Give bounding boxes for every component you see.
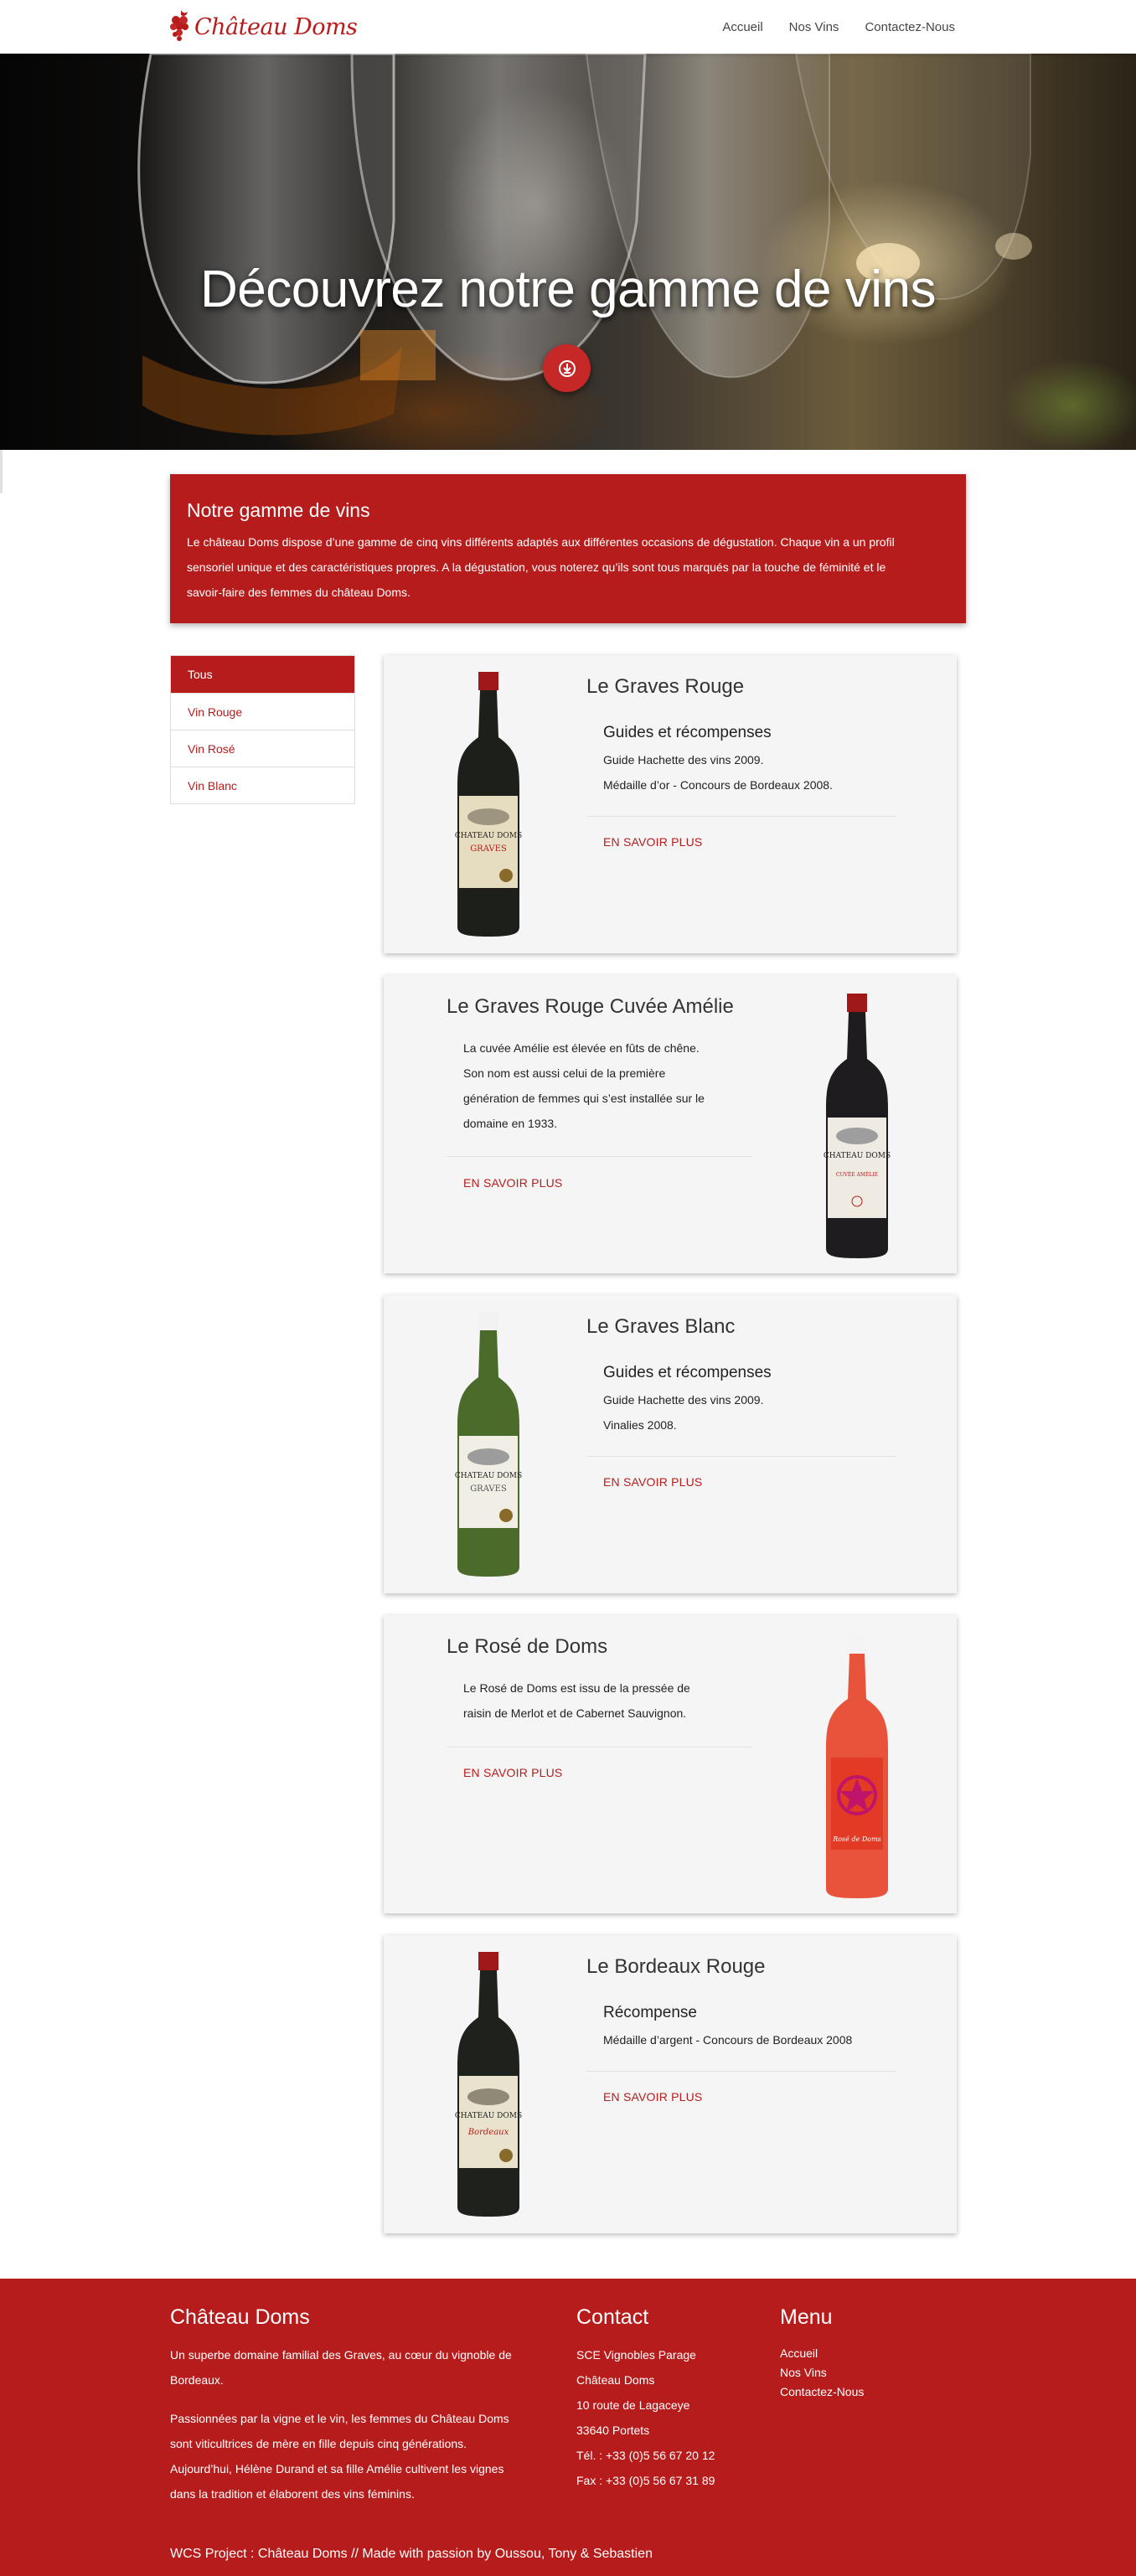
description-line: Son nom est aussi celui de la première	[463, 1066, 666, 1080]
download-icon	[558, 359, 576, 377]
bottle-label-brand: CHATEAU DOMS	[455, 2112, 522, 2120]
intro-title: Notre gamme de vins	[187, 499, 370, 521]
bottle-label-brand: Rosé de Doms	[832, 1835, 881, 1843]
divider	[586, 816, 896, 817]
description-line: Le Rosé de Doms est issu de la pressée d…	[463, 1681, 690, 1695]
footer-link-nos-vins[interactable]: Nos Vins	[780, 2363, 864, 2382]
bottle-label-appellation: GRAVES	[470, 844, 507, 854]
intro-text: Le château Doms dispose d’une gamme de c…	[187, 529, 949, 605]
left-edge-strip	[0, 450, 3, 493]
nav-nos-vins[interactable]: Nos Vins	[789, 20, 839, 34]
awards-title: Guides et récompenses	[603, 1364, 772, 1381]
nav-accueil[interactable]: Accueil	[722, 20, 762, 34]
description-line: La cuvée Amélie est élevée en fûts de ch…	[463, 1041, 700, 1055]
filter-tous[interactable]: Tous	[171, 656, 354, 693]
award-line: Médaille d’or - Concours de Bordeaux 200…	[603, 778, 833, 792]
about-line: Aujourd’hui, Hélène Durand et sa fille A…	[170, 2462, 504, 2475]
awards-title: Guides et récompenses	[603, 724, 772, 741]
wine-card-rose-de-doms: Le Rosé de Doms Le Rosé de Doms est issu…	[384, 1615, 957, 1913]
main-nav: Accueil Nos Vins Contactez-Nous	[722, 0, 955, 54]
wine-name: Le Rosé de Doms	[447, 1635, 608, 1658]
hero-banner: Découvrez notre gamme de vins	[0, 54, 1136, 450]
brand-logo[interactable]: Château Doms	[168, 5, 358, 49]
footer-contact-title: Contact	[576, 2305, 649, 2329]
award-line: Médaille d’argent - Concours de Bordeaux…	[603, 2033, 853, 2047]
wine-filter-list: Tous Vin Rouge Vin Rosé Vin Blanc	[170, 655, 355, 804]
footer-menu: Accueil Nos Vins Contactez-Nous	[780, 2344, 864, 2402]
intro-line: Le château Doms dispose d’une gamme de c…	[187, 535, 895, 549]
wine-name: Le Graves Rouge Cuvée Amélie	[447, 995, 734, 1018]
bottle-label-appellation: Bordeaux	[467, 2128, 509, 2137]
about-line: dans la tradition et élaborent des vins …	[170, 2487, 415, 2501]
contact-phone: Tél. : +33 (0)5 56 67 20 12	[576, 2449, 715, 2462]
divider	[586, 2071, 896, 2072]
wine-card-graves-blanc: CHATEAU DOMS GRAVES Le Graves Blanc Guid…	[384, 1295, 957, 1593]
wine-bottle-image: CHATEAU DOMS GRAVES	[455, 1312, 522, 1577]
wine-card-bordeaux-rouge: CHATEAU DOMS Bordeaux Le Bordeaux Rouge …	[384, 1935, 957, 2233]
about-line: sont viticultrices de mère en fille depu…	[170, 2437, 467, 2450]
wine-bottle-image: CHATEAU DOMS CUVÉE AMÉLIE	[824, 994, 891, 1258]
footer-link-accueil[interactable]: Accueil	[780, 2344, 864, 2363]
scroll-down-button[interactable]	[543, 344, 591, 392]
bottle-label-cuvee: CUVÉE AMÉLIE	[836, 1171, 878, 1178]
contact-fax: Fax : +33 (0)5 56 67 31 89	[576, 2474, 715, 2487]
wine-name: Le Bordeaux Rouge	[586, 1955, 766, 1978]
top-navbar: Château Doms Accueil Nos Vins Contactez-…	[0, 0, 1136, 54]
footer-about-title: Château Doms	[170, 2305, 310, 2329]
learn-more-link[interactable]: EN SAVOIR PLUS	[463, 1766, 562, 1779]
filter-vin-blanc[interactable]: Vin Blanc	[171, 767, 354, 803]
footer-about-text: Un superbe domaine familial des Graves, …	[170, 2342, 512, 2393]
wine-name: Le Graves Rouge	[586, 675, 745, 698]
site-footer: Château Doms Un superbe domaine familial…	[0, 2279, 1136, 2576]
wine-card-graves-rouge: CHATEAU DOMS GRAVES Le Graves Rouge Guid…	[384, 655, 957, 953]
description-line: domaine en 1933.	[463, 1117, 558, 1130]
footer-menu-title: Menu	[780, 2305, 833, 2329]
wine-name: Le Graves Blanc	[586, 1315, 736, 1338]
footer-credit: WCS Project : Château Doms // Made with …	[170, 2547, 653, 2561]
description-line: génération de femmes qui s’est installée…	[463, 1092, 705, 1105]
award-line: Guide Hachette des vins 2009.	[603, 753, 764, 767]
nav-contactez-nous[interactable]: Contactez-Nous	[865, 20, 955, 34]
learn-more-link[interactable]: EN SAVOIR PLUS	[603, 1475, 702, 1489]
range-intro-panel: Notre gamme de vins Le château Doms disp…	[170, 474, 966, 623]
footer-contact-text: SCE Vignobles Parage Château Doms 10 rou…	[576, 2342, 715, 2493]
bottle-label-brand: CHATEAU DOMS	[455, 832, 522, 840]
award-line: Vinalies 2008.	[603, 1418, 677, 1432]
about-line: Bordeaux.	[170, 2373, 224, 2387]
bottle-label-brand: CHATEAU DOMS	[455, 1472, 522, 1480]
description-line: raisin de Merlot et de Cabernet Sauvigno…	[463, 1706, 687, 1720]
wine-bottle-image: Rosé de Doms	[826, 1634, 888, 1898]
intro-line: sensoriel unique et des caractéristiques…	[187, 560, 886, 574]
filter-vin-rose[interactable]: Vin Rosé	[171, 730, 354, 767]
brand-name: Château Doms	[194, 13, 358, 40]
footer-about-text-2: Passionnées par la vigne et le vin, les …	[170, 2406, 509, 2506]
contact-line: 10 route de Lagaceye	[576, 2398, 690, 2412]
learn-more-link[interactable]: EN SAVOIR PLUS	[463, 1176, 562, 1190]
contact-line: 33640 Portets	[576, 2424, 650, 2437]
contact-line: SCE Vignobles Parage	[576, 2348, 696, 2362]
about-line: Un superbe domaine familial des Graves, …	[170, 2348, 512, 2362]
about-line: Passionnées par la vigne et le vin, les …	[170, 2412, 509, 2425]
grape-logo-icon	[170, 10, 188, 41]
footer-link-contactez-nous[interactable]: Contactez-Nous	[780, 2382, 864, 2402]
hero-title: Découvrez notre gamme de vins	[199, 261, 937, 318]
awards-title: Récompense	[603, 2004, 697, 2021]
wine-bottle-image: CHATEAU DOMS GRAVES	[455, 672, 522, 937]
learn-more-link[interactable]: EN SAVOIR PLUS	[603, 835, 702, 849]
wine-bottle-image: CHATEAU DOMS Bordeaux	[455, 1952, 522, 2217]
bottle-label-brand: CHATEAU DOMS	[824, 1152, 891, 1160]
learn-more-link[interactable]: EN SAVOIR PLUS	[603, 2090, 702, 2104]
award-line: Guide Hachette des vins 2009.	[603, 1393, 764, 1407]
intro-line: savoir-faire des femmes du château Doms.	[187, 586, 411, 599]
bottle-label-appellation: GRAVES	[470, 1484, 507, 1494]
filter-vin-rouge[interactable]: Vin Rouge	[171, 693, 354, 730]
wine-card-cuvee-amelie: Le Graves Rouge Cuvée Amélie La cuvée Am…	[384, 975, 957, 1273]
divider	[586, 1456, 896, 1457]
contact-line: Château Doms	[576, 2373, 655, 2387]
divider	[447, 1156, 752, 1157]
